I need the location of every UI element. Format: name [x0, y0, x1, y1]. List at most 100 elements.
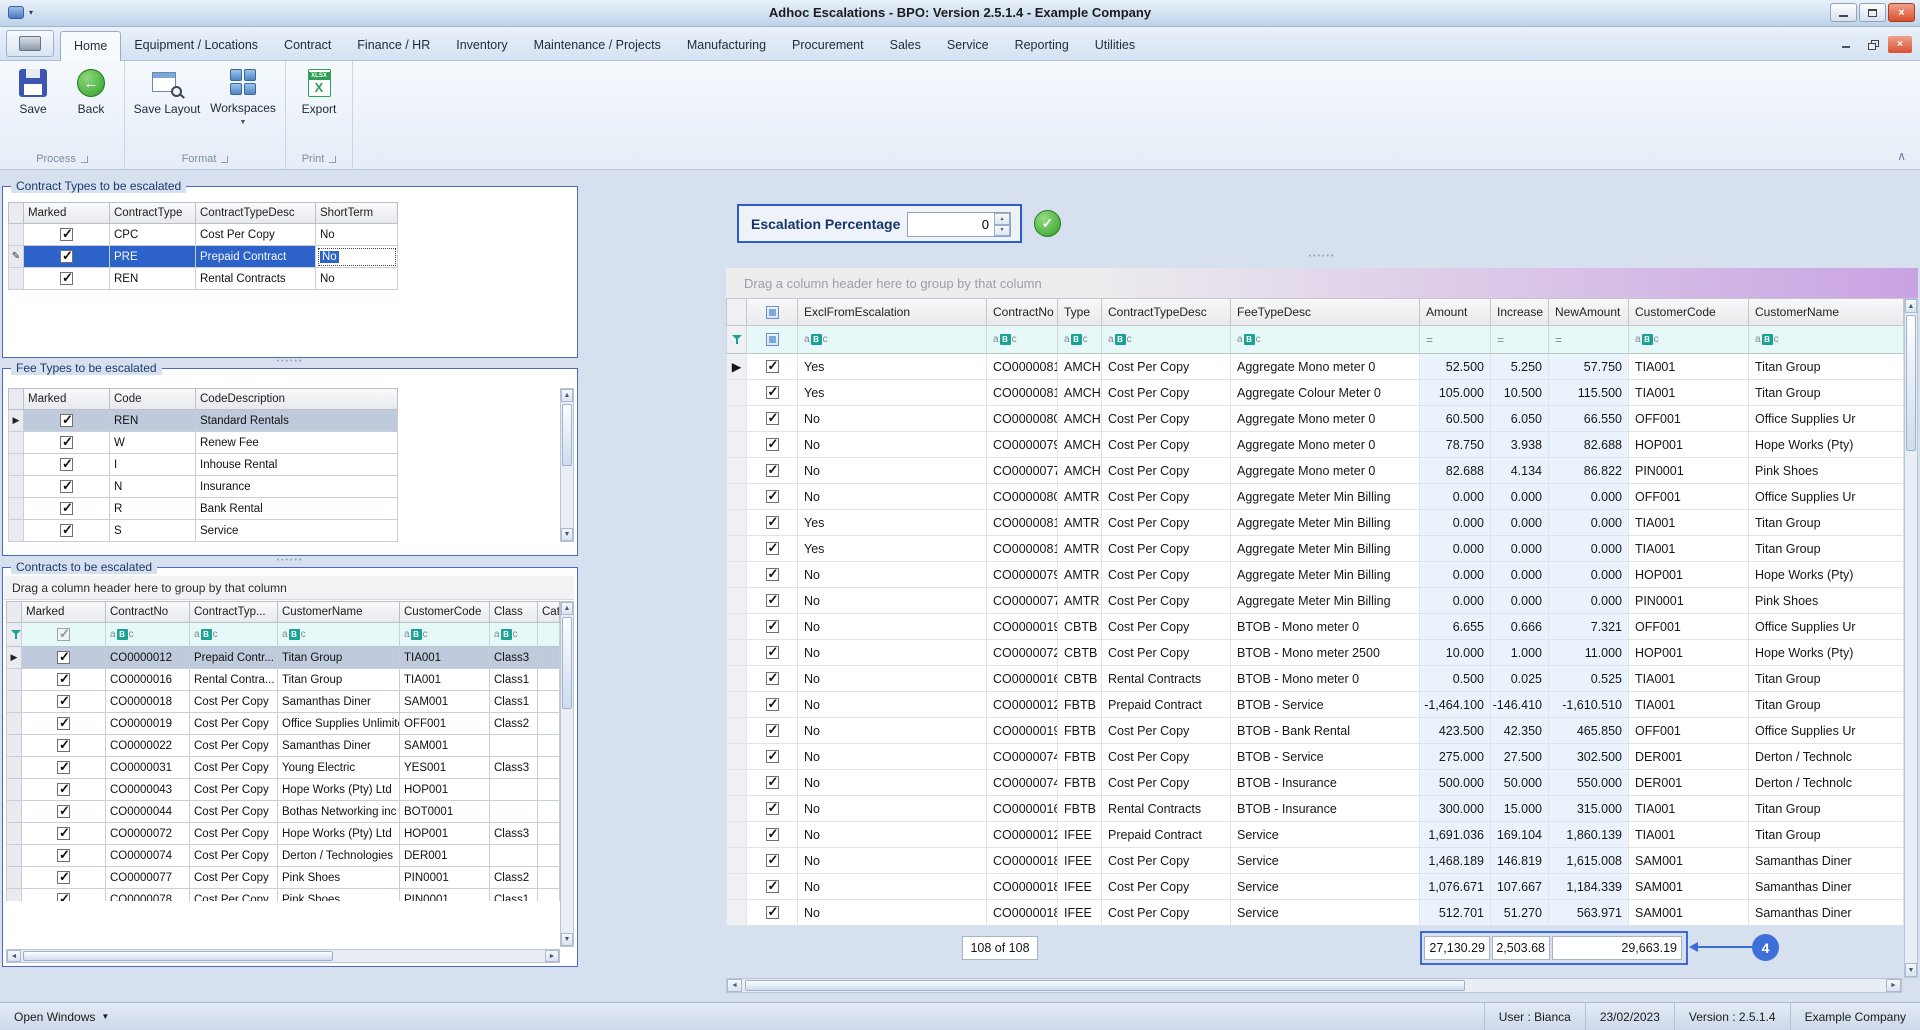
checkbox[interactable]: [60, 248, 73, 264]
amount-cell[interactable]: 105.000: [1420, 380, 1491, 406]
scroll-left-button[interactable]: ◄: [7, 950, 21, 962]
type-cell[interactable]: AMTR: [1058, 562, 1102, 588]
type-cell[interactable]: AMCH: [1058, 432, 1102, 458]
increase-cell[interactable]: 27.500: [1491, 744, 1549, 770]
contracttypedesc-cell[interactable]: Cost Per Copy: [1102, 718, 1231, 744]
amount-cell[interactable]: 1,468.189: [1420, 848, 1491, 874]
increase-cell[interactable]: 0.000: [1491, 588, 1549, 614]
customername-cell[interactable]: Titan Group: [1749, 380, 1904, 406]
column-header[interactable]: CustomerName: [278, 601, 400, 623]
marked-cell[interactable]: [22, 669, 106, 691]
contracttype-cell[interactable]: PRE: [110, 246, 196, 268]
customername-cell[interactable]: Office Supplies Ur: [1749, 614, 1904, 640]
excl-cell[interactable]: Yes: [798, 380, 987, 406]
grid-row[interactable]: NoCO0000018IFEECost Per CopyService1,468…: [726, 848, 1904, 874]
tab-inventory[interactable]: Inventory: [443, 31, 520, 60]
contracttype-cell[interactable]: Cost Per Copy: [190, 823, 278, 845]
contract-row[interactable]: CO0000016Rental Contra...Titan GroupTIA0…: [6, 669, 560, 691]
customercode-cell[interactable]: TIA001: [1629, 380, 1749, 406]
checkbox[interactable]: [60, 522, 73, 538]
class-cell[interactable]: Class1: [490, 691, 538, 713]
column-header[interactable]: ContractTypeDesc: [196, 202, 316, 224]
scroll-thumb[interactable]: [23, 951, 333, 961]
cat-cell[interactable]: [538, 823, 560, 845]
amount-cell[interactable]: 0.000: [1420, 536, 1491, 562]
checkbox[interactable]: [765, 566, 779, 582]
marked-cell[interactable]: [747, 354, 798, 380]
customercode-cell[interactable]: HOP001: [1629, 640, 1749, 666]
customercode-cell[interactable]: DER001: [1629, 744, 1749, 770]
contracttypedesc-cell[interactable]: Cost Per Copy: [196, 224, 316, 246]
column-header[interactable]: ContractTypeDesc: [1102, 298, 1231, 326]
tab-maintenance-projects[interactable]: Maintenance / Projects: [521, 31, 674, 60]
customername-cell[interactable]: Hope Works (Pty): [1749, 640, 1904, 666]
customercode-cell[interactable]: SAM001: [400, 735, 490, 757]
codedescription-cell[interactable]: Bank Rental: [196, 498, 398, 520]
checkbox[interactable]: [60, 456, 73, 472]
marked-cell[interactable]: [24, 520, 110, 542]
contractno-cell[interactable]: CO0000077: [106, 867, 190, 889]
customername-cell[interactable]: Office Supplies Ur: [1749, 484, 1904, 510]
marked-cell[interactable]: [24, 498, 110, 520]
contractno-cell[interactable]: CO0000016: [106, 669, 190, 691]
customercode-cell[interactable]: BOT0001: [400, 801, 490, 823]
column-header[interactable]: ShortTerm: [316, 202, 398, 224]
contract-row[interactable]: CO0000044Cost Per CopyBothas Networking …: [6, 801, 560, 823]
contractno-cell[interactable]: CO0000012: [987, 692, 1058, 718]
class-cell[interactable]: [490, 845, 538, 867]
workspaces-dropdown-icon[interactable]: ▼: [240, 119, 247, 126]
filter-cell[interactable]: aBc: [1749, 326, 1904, 354]
amount-cell[interactable]: -1,464.100: [1420, 692, 1491, 718]
contracttype-cell[interactable]: Rental Contra...: [190, 669, 278, 691]
feetypedesc-cell[interactable]: Aggregate Meter Min Billing: [1231, 510, 1420, 536]
newamount-cell[interactable]: 1,184.339: [1549, 874, 1629, 900]
contractno-cell[interactable]: CO0000022: [106, 735, 190, 757]
filter-cell[interactable]: =: [1420, 326, 1491, 354]
column-header[interactable]: CodeDescription: [196, 388, 398, 410]
scroll-right-button[interactable]: ►: [545, 950, 559, 962]
increase-cell[interactable]: 0.666: [1491, 614, 1549, 640]
filter-cell[interactable]: [538, 623, 560, 647]
tab-sales[interactable]: Sales: [877, 31, 934, 60]
increase-cell[interactable]: 4.134: [1491, 458, 1549, 484]
marked-cell[interactable]: [747, 640, 798, 666]
contracttypedesc-cell[interactable]: Cost Per Copy: [1102, 458, 1231, 484]
workspaces-button[interactable]: Workspaces ▼: [205, 64, 281, 126]
contractno-cell[interactable]: CO0000081: [987, 354, 1058, 380]
type-cell[interactable]: CBTB: [1058, 666, 1102, 692]
contractno-cell[interactable]: CO0000074: [987, 770, 1058, 796]
increase-cell[interactable]: 0.025: [1491, 666, 1549, 692]
customercode-cell[interactable]: TIA001: [1629, 666, 1749, 692]
spin-up-button[interactable]: ▲: [994, 213, 1010, 225]
customername-cell[interactable]: Pink Shoes: [1749, 588, 1904, 614]
marked-cell[interactable]: [22, 691, 106, 713]
customername-cell[interactable]: Samanthas Diner: [1749, 848, 1904, 874]
newamount-cell[interactable]: 0.525: [1549, 666, 1629, 692]
contract-row[interactable]: CO0000031Cost Per CopyYoung ElectricYES0…: [6, 757, 560, 779]
excl-cell[interactable]: No: [798, 822, 987, 848]
class-cell[interactable]: Class2: [490, 867, 538, 889]
customername-cell[interactable]: Hope Works (Pty): [1749, 562, 1904, 588]
column-header[interactable]: Code: [110, 388, 196, 410]
type-cell[interactable]: IFEE: [1058, 900, 1102, 926]
shortterm-cell[interactable]: No: [316, 224, 398, 246]
marked-cell[interactable]: [747, 692, 798, 718]
checkbox[interactable]: [765, 748, 779, 764]
amount-cell[interactable]: 0.000: [1420, 510, 1491, 536]
customercode-cell[interactable]: HOP001: [1629, 432, 1749, 458]
customercode-cell[interactable]: HOP001: [400, 779, 490, 801]
contracttypedesc-cell[interactable]: Cost Per Copy: [1102, 874, 1231, 900]
codedescription-cell[interactable]: Standard Rentals: [196, 410, 398, 432]
contracttype-cell[interactable]: Cost Per Copy: [190, 757, 278, 779]
contractno-cell[interactable]: CO0000079: [987, 432, 1058, 458]
customername-cell[interactable]: Samanthas Diner: [1749, 900, 1904, 926]
code-cell[interactable]: W: [110, 432, 196, 454]
contracttypedesc-cell[interactable]: Cost Per Copy: [1102, 484, 1231, 510]
code-cell[interactable]: I: [110, 454, 196, 476]
type-cell[interactable]: IFEE: [1058, 874, 1102, 900]
scroll-thumb[interactable]: [562, 617, 572, 709]
select-all-icon[interactable]: [765, 333, 779, 346]
checkbox[interactable]: [60, 478, 73, 494]
checkbox[interactable]: [765, 618, 779, 634]
code-cell[interactable]: S: [110, 520, 196, 542]
